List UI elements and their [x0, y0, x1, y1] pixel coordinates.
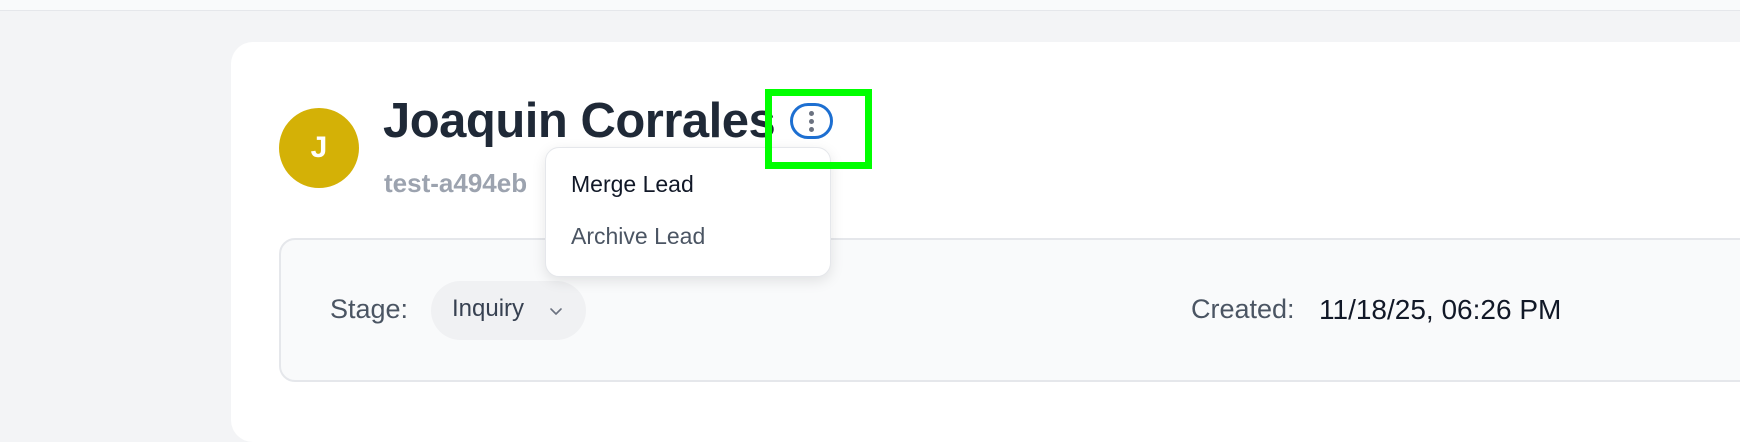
lead-name: Joaquin Corrales [383, 94, 776, 148]
created-label: Created: [1191, 294, 1295, 324]
menu-item-archive-lead[interactable]: Archive Lead [571, 223, 705, 250]
avatar: J [279, 108, 359, 188]
created-value: 11/18/25, 06:26 PM [1319, 294, 1562, 325]
chevron-down-icon [550, 308, 562, 315]
menu-item-merge-lead[interactable]: Merge Lead [571, 171, 694, 198]
stage-select[interactable]: Inquiry [431, 281, 586, 340]
lead-subtitle: test-a494eb [384, 168, 528, 198]
top-bar [0, 0, 1740, 11]
more-options-button[interactable] [790, 103, 833, 139]
vertical-ellipsis-icon [809, 110, 814, 132]
avatar-initial: J [310, 131, 328, 164]
stage-value: Inquiry [452, 295, 525, 322]
more-options-menu: Merge Lead Archive Lead [545, 147, 831, 277]
stage-label: Stage: [330, 294, 409, 324]
